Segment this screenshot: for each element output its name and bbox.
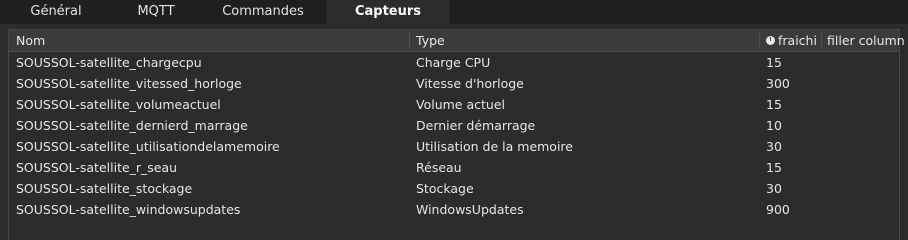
cell-type: Réseau xyxy=(416,160,462,175)
table-header: Nom Type fraichi filler column xyxy=(9,30,905,52)
column-header-refresh-label: fraichi xyxy=(778,33,817,48)
tab-commandes[interactable]: Commandes xyxy=(200,0,326,24)
sensors-table: Nom Type fraichi filler column SOUSSOL-s… xyxy=(8,29,905,240)
table-body: SOUSSOL-satellite_chargecpu Charge CPU 1… xyxy=(9,52,899,220)
cell-type: Utilisation de la memoire xyxy=(416,139,573,154)
column-divider[interactable] xyxy=(821,32,822,49)
cell-refresh: 10 xyxy=(766,118,782,133)
cell-type: Volume actuel xyxy=(416,97,505,112)
cell-type: WindowsUpdates xyxy=(416,202,524,217)
cell-name: SOUSSOL-satellite_r_seau xyxy=(16,160,178,175)
table-row[interactable]: SOUSSOL-satellite_utilisationdelamemoire… xyxy=(9,136,899,157)
column-divider[interactable] xyxy=(409,32,410,49)
table-row[interactable]: SOUSSOL-satellite_r_seau Réseau 15 xyxy=(9,157,899,178)
cell-name: SOUSSOL-satellite_dernierd_marrage xyxy=(16,118,248,133)
cell-type: Stockage xyxy=(416,181,474,196)
column-header-refresh[interactable]: fraichi xyxy=(766,30,817,51)
table-row[interactable]: SOUSSOL-satellite_vitessed_horloge Vites… xyxy=(9,73,899,94)
cell-refresh: 30 xyxy=(766,181,782,196)
cell-type: Dernier démarrage xyxy=(416,118,536,133)
timer-icon xyxy=(766,36,775,45)
tab-general[interactable]: Général xyxy=(0,0,112,24)
cell-name: SOUSSOL-satellite_vitessed_horloge xyxy=(16,76,242,91)
tab-capteurs[interactable]: Capteurs xyxy=(326,0,450,24)
column-header-type[interactable]: Type xyxy=(416,30,445,51)
cell-refresh: 300 xyxy=(766,76,790,91)
cell-refresh: 15 xyxy=(766,97,782,112)
column-divider[interactable] xyxy=(759,32,760,49)
cell-refresh: 15 xyxy=(766,160,782,175)
tab-bar-filler xyxy=(450,0,908,24)
sensors-panel: Général MQTT Commandes Capteurs Nom Type… xyxy=(0,0,908,240)
table-row[interactable]: SOUSSOL-satellite_stockage Stockage 30 xyxy=(9,178,899,199)
column-header-name[interactable]: Nom xyxy=(16,30,45,51)
cell-name: SOUSSOL-satellite_utilisationdelamemoire xyxy=(16,139,280,154)
cell-refresh: 30 xyxy=(766,139,782,154)
cell-type: Charge CPU xyxy=(416,55,491,70)
cell-name: SOUSSOL-satellite_stockage xyxy=(16,181,193,196)
cell-type: Vitesse d'horloge xyxy=(416,76,524,91)
table-row[interactable]: SOUSSOL-satellite_windowsupdates Windows… xyxy=(9,199,899,220)
cell-name: SOUSSOL-satellite_windowsupdates xyxy=(16,202,241,217)
cell-refresh: 900 xyxy=(766,202,790,217)
tab-bar: Général MQTT Commandes Capteurs xyxy=(0,0,908,24)
column-header-filler[interactable]: filler column xyxy=(827,30,905,51)
table-row[interactable]: SOUSSOL-satellite_volumeactuel Volume ac… xyxy=(9,94,899,115)
tab-mqtt[interactable]: MQTT xyxy=(112,0,200,24)
table-row[interactable]: SOUSSOL-satellite_dernierd_marrage Derni… xyxy=(9,115,899,136)
table-row[interactable]: SOUSSOL-satellite_chargecpu Charge CPU 1… xyxy=(9,52,899,73)
cell-name: SOUSSOL-satellite_volumeactuel xyxy=(16,97,221,112)
cell-refresh: 15 xyxy=(766,55,782,70)
cell-name: SOUSSOL-satellite_chargecpu xyxy=(16,55,202,70)
